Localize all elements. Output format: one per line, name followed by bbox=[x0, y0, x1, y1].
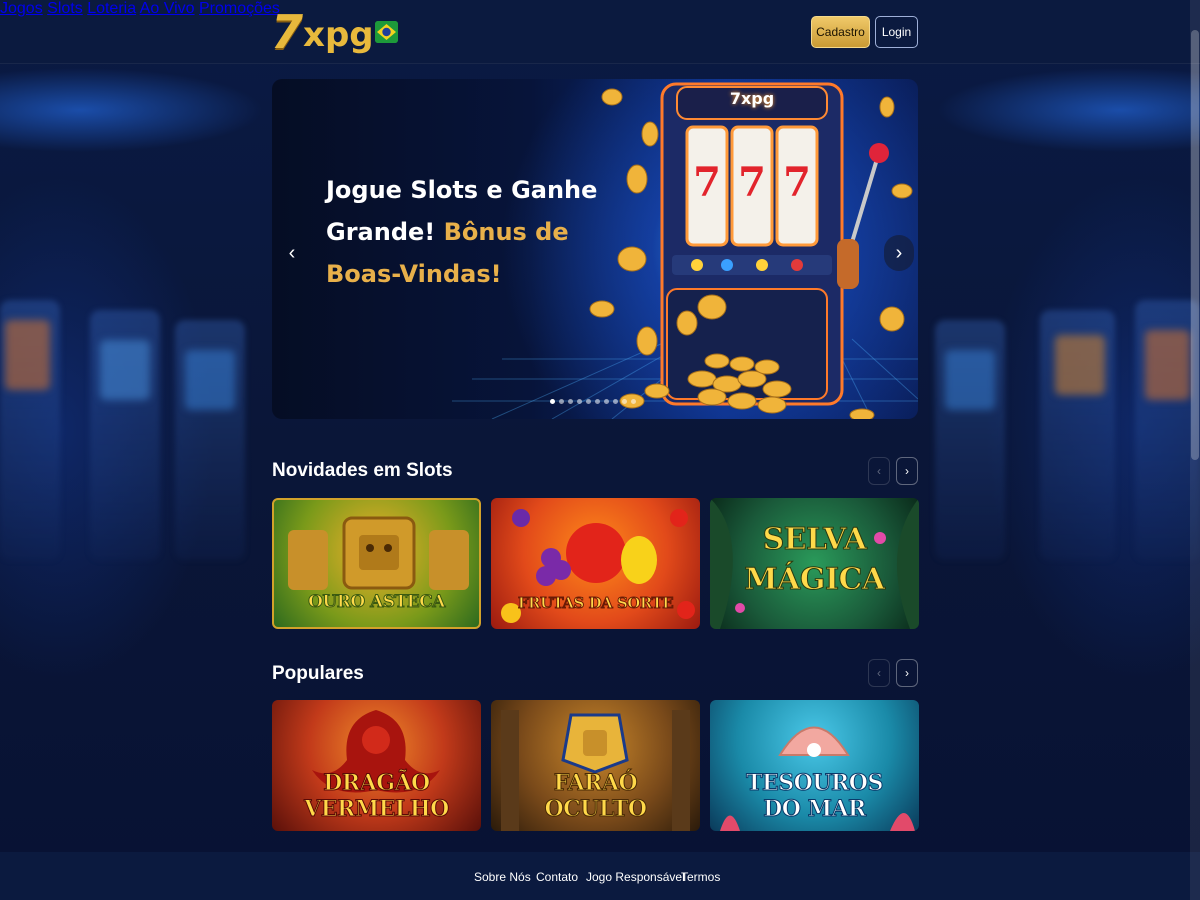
game-title-line1: Faraó bbox=[553, 770, 638, 797]
pagination-dot[interactable] bbox=[604, 399, 609, 404]
reel-symbol: 7 bbox=[693, 159, 721, 206]
site-logo[interactable]: 7 xpg bbox=[271, 5, 374, 59]
bg-machine-screen bbox=[1145, 330, 1190, 400]
game-title: Ouro Asteca bbox=[308, 592, 446, 613]
pagination-dot[interactable] bbox=[577, 399, 582, 404]
game-title-line1: Tesouros bbox=[746, 770, 884, 797]
nav-jogos[interactable]: Jogos bbox=[0, 0, 43, 17]
pagination-dot[interactable] bbox=[568, 399, 573, 404]
bg-machine-screen bbox=[1055, 335, 1105, 395]
hero-title-grande: Grande! bbox=[326, 218, 436, 246]
machine-logo: 7xpg bbox=[729, 89, 775, 108]
pagination-dot[interactable] bbox=[631, 399, 636, 404]
game-title-line1: Dragão bbox=[323, 770, 431, 797]
chevron-left-icon: ‹ bbox=[877, 666, 881, 680]
pagination-dot[interactable] bbox=[550, 399, 555, 404]
chevron-left-icon: ‹ bbox=[288, 241, 296, 264]
site-header: 7 xpg Jogos Slots Loteria Ao Vivo Promoç… bbox=[0, 0, 1200, 64]
nav-loteria[interactable]: Loteria bbox=[87, 0, 136, 17]
login-button[interactable]: Login bbox=[875, 16, 918, 48]
footer-link-sobre[interactable]: Sobre Nós bbox=[474, 870, 531, 884]
footer-link-termos[interactable]: Termos bbox=[681, 870, 720, 884]
game-card-farao-oculto[interactable]: Faraó Oculto bbox=[491, 700, 700, 831]
game-card-frutas-da-sorte[interactable]: Frutas da Sorte bbox=[491, 498, 700, 629]
hero-prev-button[interactable]: ‹ bbox=[277, 235, 307, 271]
nav-promocoes[interactable]: Promoções bbox=[199, 0, 280, 17]
game-card-dragao-vermelho[interactable]: Dragão Vermelho bbox=[272, 700, 481, 831]
hero-title-line1: Jogue Slots e Ganhe bbox=[326, 176, 598, 204]
nav-slots[interactable]: Slots bbox=[47, 0, 83, 17]
nav-ao-vivo[interactable]: Ao Vivo bbox=[140, 0, 195, 17]
section-title-new-slots: Novidades em Slots bbox=[272, 460, 453, 481]
chevron-left-icon: ‹ bbox=[877, 464, 881, 478]
scrollbar-thumb[interactable] bbox=[1191, 30, 1199, 460]
game-title: Frutas da Sorte bbox=[517, 594, 674, 613]
chevron-right-icon: › bbox=[895, 241, 903, 264]
main-nav: Jogos Slots Loteria Ao Vivo Promoções bbox=[0, 0, 1200, 18]
new-slots-prev-button[interactable]: ‹ bbox=[868, 457, 890, 485]
popular-next-button[interactable]: › bbox=[896, 659, 918, 687]
brazil-flag-icon[interactable] bbox=[375, 21, 398, 43]
game-title-line1: Selva bbox=[762, 522, 867, 558]
signup-button[interactable]: Cadastro bbox=[811, 16, 870, 48]
game-card-ouro-asteca[interactable]: Ouro Asteca bbox=[272, 498, 481, 629]
pagination-dot[interactable] bbox=[613, 399, 618, 404]
chevron-right-icon: › bbox=[905, 666, 909, 680]
game-title-line2: Mágica bbox=[744, 562, 886, 598]
chevron-right-icon: › bbox=[905, 464, 909, 478]
bg-machine-screen bbox=[100, 340, 150, 400]
pagination-dot[interactable] bbox=[622, 399, 627, 404]
footer-link-jogo-responsavel[interactable]: Jogo Responsável bbox=[586, 870, 685, 884]
bg-machine-screen bbox=[945, 350, 995, 410]
hero-banner[interactable]: 7xpg 7 7 7 Jogue Slots e Ganhe Grande! B… bbox=[272, 79, 918, 419]
page-scrollbar[interactable] bbox=[1190, 0, 1200, 900]
hero-title: Jogue Slots e Ganhe Grande! Bônus de Boa… bbox=[326, 169, 616, 295]
game-card-tesouros-do-mar[interactable]: Tesouros do Mar bbox=[710, 700, 919, 831]
game-card-selva-magica[interactable]: Selva Mágica bbox=[710, 498, 919, 629]
game-title-line2: Oculto bbox=[544, 796, 648, 823]
footer-link-contato[interactable]: Contato bbox=[536, 870, 578, 884]
logo-number: 7 bbox=[271, 5, 303, 59]
pagination-dot[interactable] bbox=[586, 399, 591, 404]
pagination-dot[interactable] bbox=[595, 399, 600, 404]
section-title-popular: Populares bbox=[272, 663, 364, 684]
reel-symbol: 7 bbox=[738, 159, 766, 206]
popular-prev-button[interactable]: ‹ bbox=[868, 659, 890, 687]
hero-title-boas-vindas: Boas-Vindas! bbox=[326, 260, 502, 288]
new-slots-next-button[interactable]: › bbox=[896, 457, 918, 485]
logo-text: xpg bbox=[303, 15, 374, 55]
game-title-line2: Vermelho bbox=[304, 796, 450, 823]
game-title-line2: do Mar bbox=[763, 796, 867, 823]
hero-next-button[interactable]: › bbox=[884, 235, 914, 271]
hero-pagination bbox=[550, 399, 636, 404]
site-footer: Sobre Nós Contato Jogo Responsável Termo… bbox=[0, 852, 1200, 900]
pagination-dot[interactable] bbox=[559, 399, 564, 404]
bg-machine-screen bbox=[5, 320, 50, 390]
reel-symbol: 7 bbox=[783, 159, 811, 206]
hero-title-bonus: Bônus de bbox=[443, 218, 569, 246]
bg-machine-screen bbox=[185, 350, 235, 410]
